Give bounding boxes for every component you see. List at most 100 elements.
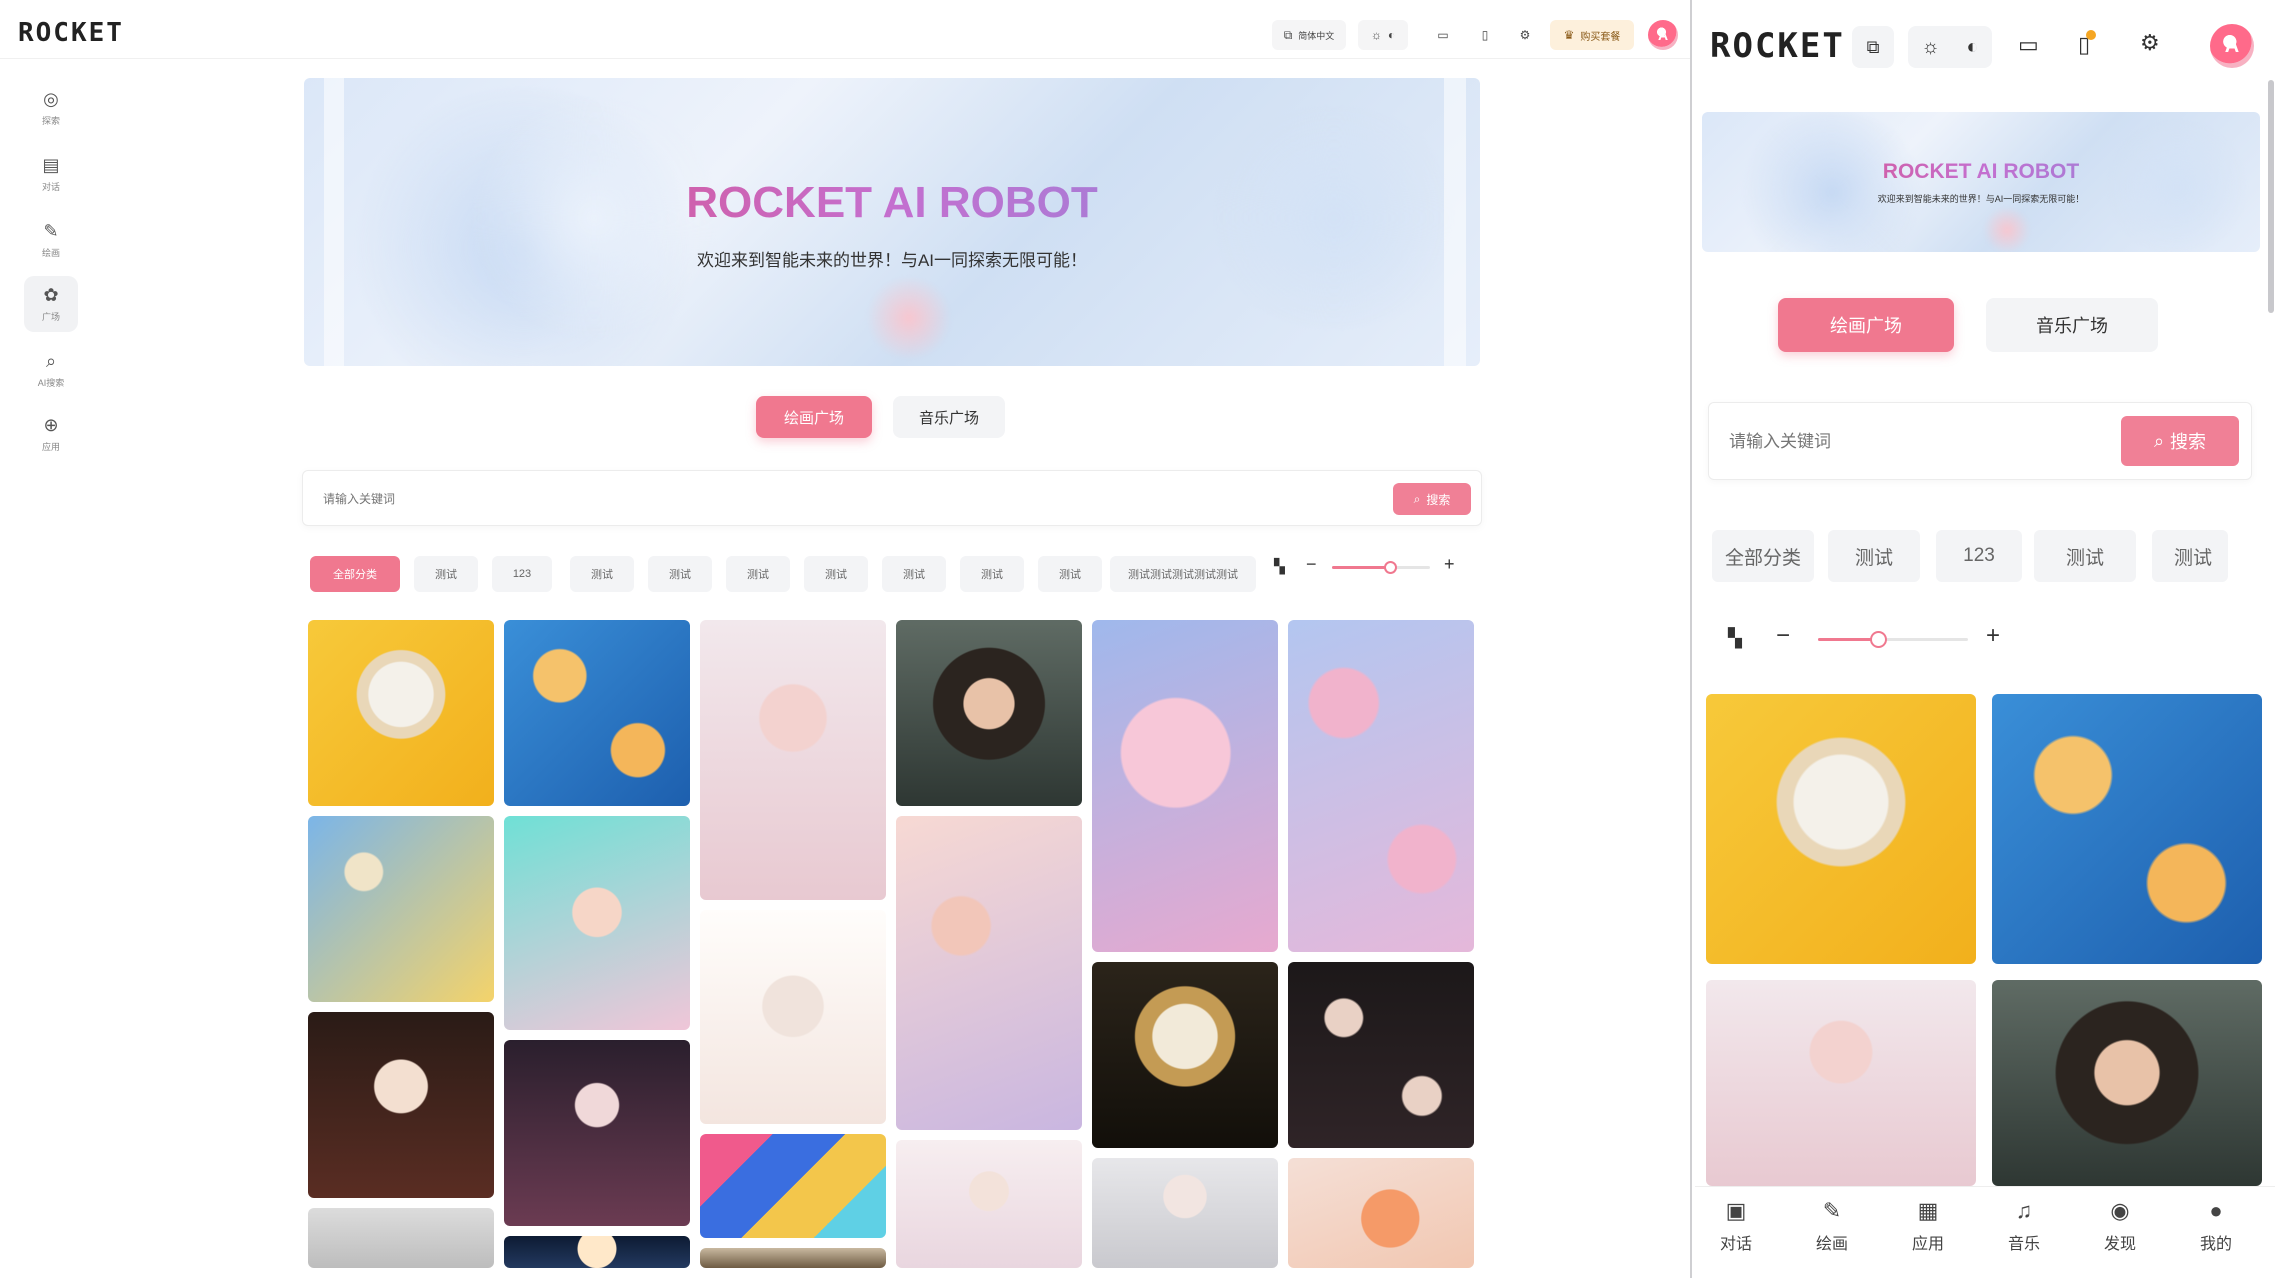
- sidebar-item-0[interactable]: ◎ 探索: [24, 80, 78, 136]
- tab-drawing-plaza[interactable]: 绘画广场: [756, 396, 872, 438]
- gallery-image[interactable]: [1092, 962, 1278, 1148]
- gallery-image[interactable]: [1992, 980, 2262, 1186]
- notification-dot: [2086, 30, 2096, 40]
- zoom-out-button[interactable]: −: [1306, 554, 1317, 575]
- search-button[interactable]: ⌕ 搜索: [2121, 416, 2239, 466]
- gallery-image[interactable]: [504, 816, 690, 1030]
- bottom-nav-item[interactable]: ◉ 发现: [2080, 1198, 2160, 1254]
- app-logo[interactable]: ROCKET: [1710, 26, 1845, 66]
- gallery-image[interactable]: [1092, 1158, 1278, 1268]
- gallery-image[interactable]: [700, 1248, 886, 1268]
- category-chip[interactable]: 123: [492, 556, 552, 592]
- gallery-image[interactable]: [896, 816, 1082, 1130]
- sidebar-item-4[interactable]: ⌕ AI搜索: [24, 342, 78, 398]
- gallery-image[interactable]: [1288, 1158, 1474, 1268]
- theme-toggle[interactable]: ☼ ◐: [1358, 20, 1408, 50]
- theme-toggle[interactable]: ☼ ◐: [1908, 26, 1992, 68]
- music-icon: ♫: [2015, 1198, 2033, 1223]
- moon-icon: ◐: [1387, 28, 1396, 42]
- category-chip[interactable]: 测试: [882, 556, 946, 592]
- zoom-slider-knob[interactable]: [1384, 561, 1398, 574]
- search-input[interactable]: [323, 488, 1283, 510]
- gallery-image[interactable]: [700, 620, 886, 900]
- scrollbar[interactable]: [2268, 80, 2274, 313]
- zoom-slider[interactable]: [1332, 561, 1430, 574]
- sidebar-item-2[interactable]: ✎ 绘画: [24, 212, 78, 268]
- gallery-image[interactable]: [1706, 694, 1976, 964]
- category-chip[interactable]: 测试: [570, 556, 634, 592]
- zoom-in-button[interactable]: +: [1444, 554, 1455, 575]
- bottom-nav-item[interactable]: ✎ 绘画: [1792, 1198, 1872, 1254]
- category-chip[interactable]: 测试测试测试测试测试: [1110, 556, 1256, 592]
- tab-drawing-plaza[interactable]: 绘画广场: [1778, 298, 1954, 352]
- gallery-image[interactable]: [504, 1236, 690, 1268]
- category-chip[interactable]: 123: [1936, 530, 2022, 582]
- gallery-image[interactable]: [1706, 980, 1976, 1186]
- search-icon: ⌕: [1413, 491, 1421, 506]
- gear-icon[interactable]: ⚙: [2140, 30, 2160, 56]
- palette-icon: ✿: [43, 284, 59, 305]
- gallery-image[interactable]: [896, 620, 1082, 806]
- category-chip[interactable]: 测试: [648, 556, 712, 592]
- gallery-image[interactable]: [308, 1208, 494, 1268]
- sidebar-item-1[interactable]: ▤ 对话: [24, 146, 78, 202]
- bottom-nav-item[interactable]: ▣ 对话: [1696, 1198, 1776, 1254]
- sidebar-item-3[interactable]: ✿ 广场: [24, 276, 78, 332]
- avatar[interactable]: A: [1648, 20, 1678, 50]
- gallery-image[interactable]: [700, 1134, 886, 1238]
- gallery-image[interactable]: [1992, 694, 2262, 964]
- category-chip[interactable]: 全部分类: [310, 556, 400, 592]
- gallery-image[interactable]: [504, 620, 690, 806]
- translate-icon: ⧉: [1283, 27, 1293, 42]
- app-logo[interactable]: ROCKET: [18, 18, 124, 48]
- gallery-image[interactable]: [1288, 962, 1474, 1148]
- notification-button[interactable]: ▯: [1470, 20, 1500, 50]
- zoom-slider-knob[interactable]: [1869, 631, 1887, 648]
- bottom-nav-divider: [1695, 1186, 2275, 1187]
- gallery-image[interactable]: [504, 1040, 690, 1226]
- user-icon: ●: [2209, 1198, 2223, 1223]
- category-chip[interactable]: 测试: [2152, 530, 2228, 582]
- category-chip[interactable]: 测试: [804, 556, 868, 592]
- gallery-image[interactable]: [308, 816, 494, 1002]
- zoom-out-button[interactable]: −: [1776, 622, 1790, 650]
- category-chip[interactable]: 测试: [960, 556, 1024, 592]
- avatar[interactable]: A: [2210, 24, 2254, 68]
- tab-music-plaza[interactable]: 音乐广场: [1986, 298, 2158, 352]
- gallery-image[interactable]: [308, 620, 494, 806]
- hero-banner: ROCKET AI ROBOT 欢迎来到智能未来的世界！与AI一同探索无限可能！: [304, 78, 1480, 366]
- gallery-image[interactable]: [308, 1012, 494, 1198]
- zoom-in-button[interactable]: +: [1986, 622, 2000, 650]
- settings-button[interactable]: ⚙: [1510, 20, 1540, 50]
- sun-icon: ☼: [1921, 35, 1940, 58]
- zoom-slider[interactable]: [1818, 631, 1968, 648]
- sidebar-item-5[interactable]: ⊕ 应用: [24, 406, 78, 462]
- layout-grid-icon[interactable]: ▚: [1728, 628, 1742, 649]
- category-chip[interactable]: 测试: [1828, 530, 1920, 582]
- wallet-button[interactable]: ▭: [1428, 20, 1458, 50]
- category-chip[interactable]: 测试: [726, 556, 790, 592]
- gallery-image[interactable]: [700, 910, 886, 1124]
- category-chip[interactable]: 测试: [1038, 556, 1102, 592]
- category-chip[interactable]: 测试: [414, 556, 478, 592]
- gallery-image[interactable]: [1288, 620, 1474, 952]
- category-chip[interactable]: 全部分类: [1712, 530, 1814, 582]
- gallery-image[interactable]: [1092, 620, 1278, 952]
- bottom-nav-item[interactable]: ● 我的: [2176, 1198, 2256, 1254]
- bottom-nav-item[interactable]: ▦ 应用: [1888, 1198, 1968, 1254]
- language-button[interactable]: ⧉ 简体中文: [1272, 20, 1346, 50]
- buy-package-button[interactable]: ♛ 购买套餐: [1550, 20, 1634, 50]
- search-button[interactable]: ⌕ 搜索: [1393, 483, 1471, 515]
- translate-button[interactable]: ⧉: [1852, 26, 1894, 68]
- category-chip[interactable]: 测试: [2034, 530, 2136, 582]
- banner-subtitle: 欢迎来到智能未来的世界！与AI一同探索无限可能！: [1877, 194, 2085, 204]
- wallet-icon[interactable]: ▭: [2018, 32, 2039, 58]
- bottom-nav-item[interactable]: ♫ 音乐: [1984, 1198, 2064, 1254]
- sidebar-item-label: 应用: [41, 441, 60, 452]
- search-icon: ⌕: [45, 350, 57, 371]
- wallet-icon: ▭: [1437, 28, 1449, 42]
- gallery-image[interactable]: [896, 1140, 1082, 1268]
- search-input[interactable]: [1729, 430, 2109, 454]
- tab-music-plaza[interactable]: 音乐广场: [893, 396, 1005, 438]
- layout-grid-icon[interactable]: ▚: [1274, 558, 1285, 575]
